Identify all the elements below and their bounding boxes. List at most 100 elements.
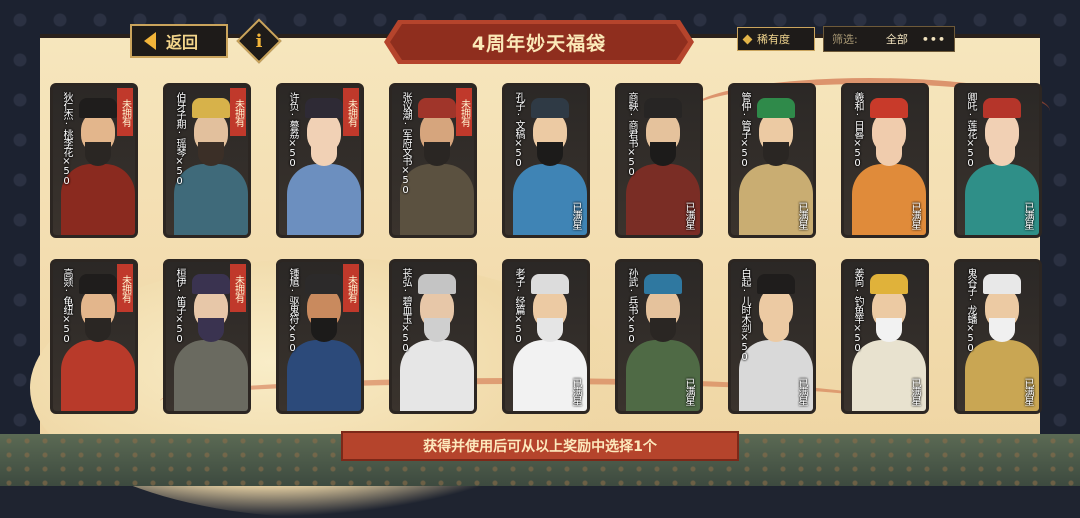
portrait-headwear (192, 98, 230, 118)
page-title: 4周年妙天福袋 (390, 24, 688, 60)
portrait-headwear (870, 274, 908, 294)
reward-card-name: 卿吒·莲花×50 (965, 92, 976, 168)
reward-card[interactable]: 老子·经篇×50 已满星 (502, 259, 590, 414)
portrait-robe (61, 164, 135, 235)
portrait-headwear (418, 98, 456, 118)
not-owned-badge: 未拥有 (230, 88, 246, 136)
portrait-headwear (644, 98, 682, 118)
reward-card-name: 狄仁杰·桃李花×50 (61, 92, 72, 186)
reward-card-name: 高颎·龟纽×50 (61, 268, 72, 344)
reward-card[interactable]: 桓伊·笛子×50 未拥有 (163, 259, 251, 414)
max-star-badge: 已满星 (570, 202, 581, 229)
reward-card[interactable]: 孔子·文稿×50 已满星 (502, 83, 590, 238)
reward-card-name: 锺馗·驱鬼符×50 (287, 268, 298, 353)
reward-card[interactable]: 羲和·日晷×50 已满星 (841, 83, 929, 238)
reward-card-name: 鬼谷子·龙蟠×50 (965, 268, 976, 353)
portrait-beard (424, 318, 450, 342)
max-star-badge: 已满星 (683, 378, 694, 405)
back-button[interactable]: 返回 (130, 24, 228, 58)
portrait-robe (61, 340, 135, 411)
back-button-label: 返回 (166, 33, 199, 52)
reward-card[interactable]: 管仲·管子×50 已满星 (728, 83, 816, 238)
portrait-beard (198, 142, 224, 166)
not-owned-badge: 未拥有 (343, 88, 359, 136)
not-owned-badge: 未拥有 (117, 88, 133, 136)
reward-card-name: 张议潮·军府文书×50 (400, 92, 411, 195)
reward-card[interactable]: 苌弘·碧血玉×50 (389, 259, 477, 414)
rarity-sort-label: 稀有度 (757, 33, 790, 46)
portrait-beard (85, 142, 111, 166)
reward-card-name: 姜尚·钓鱼竿×50 (852, 268, 863, 353)
reward-card-name: 羲和·日晷×50 (852, 92, 863, 168)
portrait-headwear (757, 98, 795, 118)
reward-card-name: 伯牙子期·瑶琴×50 (174, 92, 185, 186)
portrait-robe (400, 164, 474, 235)
reward-card-name: 白起·儿时木剑×50 (739, 268, 750, 362)
reward-card[interactable]: 鬼谷子·龙蟠×50 已满星 (954, 259, 1042, 414)
portrait-beard (198, 318, 224, 342)
portrait-robe (287, 164, 361, 235)
reward-card[interactable]: 锺馗·驱鬼符×50 未拥有 (276, 259, 364, 414)
portrait-headwear (305, 274, 343, 294)
portrait-beard (311, 318, 337, 342)
reward-card-name: 孙武·兵书×50 (626, 268, 637, 344)
portrait-robe (174, 164, 248, 235)
portrait-beard (876, 318, 902, 342)
portrait-beard (311, 142, 337, 166)
portrait-headwear (983, 274, 1021, 294)
portrait-beard (424, 142, 450, 166)
portrait-headwear (644, 274, 682, 294)
portrait-robe (174, 340, 248, 411)
not-owned-badge: 未拥有 (117, 264, 133, 312)
reward-card-name: 孔子·文稿×50 (513, 92, 524, 168)
max-star-badge: 已满星 (796, 202, 807, 229)
filter-label: 筛选: (832, 33, 858, 46)
portrait-beard (989, 318, 1015, 342)
portrait-beard (537, 318, 563, 342)
reward-card[interactable]: 孙武·兵书×50 已满星 (615, 259, 703, 414)
reward-card-grid: 狄仁杰·桃李花×50 未拥有 伯牙子期·瑶琴×50 未拥有 许负·謩荔×50 未拥有 张议潮… (50, 83, 1042, 414)
max-star-badge: 已满星 (909, 378, 920, 405)
portrait-robe (400, 340, 474, 411)
reward-card[interactable]: 伯牙子期·瑶琴×50 未拥有 (163, 83, 251, 238)
not-owned-badge: 未拥有 (343, 264, 359, 312)
max-star-badge: 已满星 (1022, 378, 1033, 405)
portrait-headwear (983, 98, 1021, 118)
max-star-badge: 已满星 (796, 378, 807, 405)
portrait-beard (85, 318, 111, 342)
portrait-beard (763, 318, 789, 342)
reward-card[interactable]: 张议潮·军府文书×50 未拥有 (389, 83, 477, 238)
filter-value: 全部 (885, 33, 908, 46)
portrait-headwear (531, 274, 569, 294)
reward-card-name: 许负·謩荔×50 (287, 92, 298, 168)
more-icon: ••• (921, 32, 946, 46)
reward-card[interactable]: 姜尚·钓鱼竿×50 已满星 (841, 259, 929, 414)
filter-dropdown[interactable]: 筛选: 全部 ••• (823, 26, 955, 52)
max-star-badge: 已满星 (683, 202, 694, 229)
not-owned-badge: 未拥有 (230, 264, 246, 312)
reward-card-name: 老子·经篇×50 (513, 268, 524, 344)
portrait-headwear (79, 274, 117, 294)
portrait-beard (989, 142, 1015, 166)
selection-hint-text: 获得并使用后可从以上奖励中选择1个 (423, 439, 657, 455)
reward-card[interactable]: 商鞅·商君书×50 已满星 (615, 83, 703, 238)
portrait-headwear (79, 98, 117, 118)
portrait-headwear (305, 98, 343, 118)
rarity-sort-button[interactable]: 稀有度 (737, 27, 815, 51)
not-owned-badge: 未拥有 (456, 88, 472, 136)
portrait-beard (876, 142, 902, 166)
portrait-beard (650, 318, 676, 342)
portrait-headwear (192, 274, 230, 294)
reward-card-name: 商鞅·商君书×50 (626, 92, 637, 177)
diamond-icon (742, 34, 753, 44)
reward-card[interactable]: 高颎·龟纽×50 未拥有 (50, 259, 138, 414)
reward-card[interactable]: 白起·儿时木剑×50 已满星 (728, 259, 816, 414)
info-icon: i (255, 30, 263, 52)
portrait-beard (650, 142, 676, 166)
portrait-headwear (531, 98, 569, 118)
reward-card[interactable]: 狄仁杰·桃李花×50 未拥有 (50, 83, 138, 238)
reward-card[interactable]: 许负·謩荔×50 未拥有 (276, 83, 364, 238)
reward-card[interactable]: 卿吒·莲花×50 已满星 (954, 83, 1042, 238)
reward-card-name: 苌弘·碧血玉×50 (400, 268, 411, 353)
max-star-badge: 已满星 (1022, 202, 1033, 229)
